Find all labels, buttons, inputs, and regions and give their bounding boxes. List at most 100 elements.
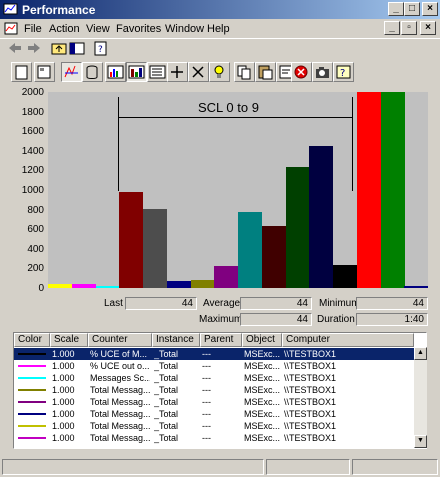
cell-parent: --- (202, 361, 211, 371)
color-swatch (18, 413, 46, 415)
legend-row[interactable]: 1.000 Messages Sc... _Total --- MSExc... \\TE… (14, 372, 414, 384)
forward-arrow-icon[interactable] (25, 40, 43, 57)
view-log-data-button[interactable] (82, 62, 103, 82)
view-graph-button[interactable] (105, 62, 126, 82)
clear-display-icon (37, 65, 51, 79)
scroll-down-arrow-icon[interactable]: ▼ (414, 435, 427, 448)
menu-action[interactable]: Action (49, 23, 80, 35)
add-counter-button[interactable] (167, 62, 188, 82)
copy-icon (237, 65, 251, 80)
y-tick-label: 0 (38, 283, 44, 294)
column-counter[interactable]: Counter (88, 333, 152, 347)
paste-clipboard-icon (258, 65, 273, 80)
delete-counter-button[interactable] (188, 62, 209, 82)
y-tick-label: 1400 (21, 145, 44, 157)
histogram-bar (262, 226, 286, 288)
cell-counter: % UCE of M... (90, 349, 148, 359)
scroll-up-arrow-icon[interactable]: ▲ (414, 347, 427, 360)
freeze-display-button[interactable] (291, 62, 312, 82)
minimum-label: Minimum (319, 298, 360, 309)
cell-object: MSExc... (244, 409, 280, 419)
mdi-child-icon[interactable] (4, 22, 18, 36)
histogram-bar (309, 146, 333, 288)
view-histogram-button[interactable] (126, 62, 147, 82)
color-swatch (18, 353, 46, 355)
back-arrow-icon[interactable] (6, 40, 24, 57)
view-current-activity-button[interactable] (61, 62, 82, 82)
cell-computer: \\TESTBOX1 (284, 433, 337, 443)
counter-legend: Color Scale Counter Instance Parent Obje… (13, 332, 427, 449)
legend-scrollbar[interactable]: ▲ ▼ (414, 347, 427, 448)
highlight-button[interactable] (209, 62, 230, 82)
cell-object: MSExc... (244, 373, 280, 383)
y-tick-label: 1200 (21, 165, 44, 177)
column-computer[interactable]: Computer (282, 333, 414, 347)
legend-row[interactable]: 1.000 Total Messag... _Total --- MSExc... \\T… (14, 384, 414, 396)
histogram-graph[interactable] (48, 92, 428, 288)
current-activity-icon (64, 65, 78, 78)
cell-counter: Total Messag... (90, 433, 150, 443)
y-tick-label: 200 (27, 263, 44, 275)
cell-instance: _Total (154, 433, 179, 443)
column-parent[interactable]: Parent (200, 333, 242, 347)
histogram-view-icon (128, 65, 145, 79)
cell-object: MSExc... (244, 397, 280, 407)
maximize-button[interactable]: □ (404, 2, 420, 16)
log-data-cylinder-icon (86, 65, 98, 79)
cell-counter: Total Messag... (90, 385, 150, 395)
legend-row[interactable]: 1.000 Total Messag... _Total --- MSExc... \\T… (14, 408, 414, 420)
graph-view-icon (107, 65, 124, 79)
cell-counter: Total Messag... (90, 421, 150, 431)
cell-object: MSExc... (244, 361, 280, 371)
legend-row[interactable]: 1.000 Total Messag... _Total --- MSExc... \\T… (14, 420, 414, 432)
column-object[interactable]: Object (242, 333, 282, 347)
help-topic-icon[interactable]: ? (92, 40, 110, 57)
column-scale[interactable]: Scale (50, 333, 88, 347)
copy-properties-button[interactable] (234, 62, 255, 82)
menu-help[interactable]: Help (207, 23, 230, 35)
histogram-bar (72, 284, 96, 288)
cell-computer: \\TESTBOX1 (284, 409, 337, 419)
child-restore-button[interactable]: ▫ (401, 21, 417, 35)
delete-x-icon (192, 66, 204, 78)
legend-header: Color Scale Counter Instance Parent Obje… (14, 333, 414, 347)
new-counter-set-button[interactable] (11, 62, 32, 82)
child-minimize-button[interactable]: _ (384, 21, 400, 35)
maximum-value: 44 (240, 313, 312, 326)
legend-row[interactable]: 1.000 % UCE of M... _Total --- MSExc... \\TES… (14, 348, 414, 360)
menu-window[interactable]: Window (165, 23, 204, 35)
last-value: 44 (125, 297, 197, 310)
legend-row[interactable]: 1.000 Total Messag... _Total --- MSExc... \\T… (14, 432, 414, 444)
up-folder-icon[interactable] (50, 40, 68, 57)
clear-display-button[interactable] (34, 62, 55, 82)
close-button[interactable]: × (422, 2, 438, 16)
paste-counter-list-button[interactable] (255, 62, 276, 82)
update-data-button[interactable] (312, 62, 333, 82)
title-bar: Performance _ □ × (0, 0, 440, 19)
column-color[interactable]: Color (14, 333, 50, 347)
histogram-bar (357, 92, 381, 288)
child-close-button[interactable]: × (420, 21, 436, 35)
y-tick-label: 1000 (21, 185, 44, 196)
average-value: 44 (240, 297, 312, 310)
minimize-button[interactable]: _ (388, 2, 404, 16)
help-button[interactable]: ? (333, 62, 354, 82)
show-hide-tree-icon[interactable] (68, 40, 86, 57)
cell-parent: --- (202, 421, 211, 431)
menu-view[interactable]: View (86, 23, 110, 35)
color-swatch (18, 437, 46, 439)
legend-row[interactable]: 1.000 % UCE out o... _Total --- MSExc... \\TE… (14, 360, 414, 372)
last-label: Last (104, 298, 123, 309)
scale-bracket-line (118, 117, 353, 118)
color-swatch (18, 425, 46, 427)
cell-parent: --- (202, 433, 211, 443)
column-instance[interactable]: Instance (152, 333, 200, 347)
status-pane-2 (266, 459, 350, 475)
performance-app-icon (3, 3, 18, 15)
menu-file[interactable]: File (24, 23, 42, 35)
legend-row[interactable]: 1.000 Total Messag... _Total --- MSExc... \\T… (14, 396, 414, 408)
view-report-button[interactable] (147, 62, 168, 82)
y-tick-label: 1800 (21, 106, 44, 118)
menu-favorites[interactable]: Favorites (116, 23, 161, 35)
cell-counter: % UCE out o... (90, 361, 150, 371)
